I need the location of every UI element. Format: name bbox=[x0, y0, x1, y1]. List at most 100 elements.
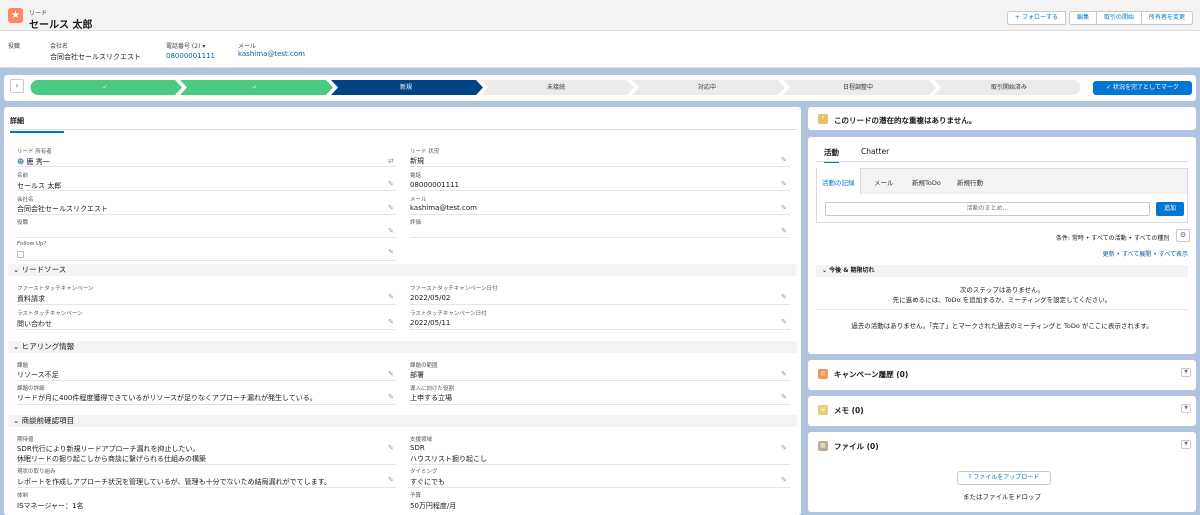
section-hearing[interactable]: ⌄ ヒアリング情報 bbox=[8, 341, 797, 353]
edit-pencil-icon[interactable]: ✎ bbox=[388, 318, 394, 326]
ltc-label: ラストタッチキャンペーン bbox=[17, 311, 83, 317]
ftc-link[interactable]: 資料請求 bbox=[17, 294, 45, 304]
edit-pencil-icon[interactable]: ✎ bbox=[388, 444, 394, 452]
follow-button[interactable]: + フォローする bbox=[1007, 11, 1066, 25]
campaign-history-title[interactable]: キャンペーン履歴 (0) bbox=[834, 369, 908, 380]
email-label: メール bbox=[410, 197, 427, 203]
divider bbox=[816, 309, 1188, 310]
phone-link[interactable]: 08000001111 bbox=[410, 181, 459, 189]
edit-button[interactable]: 編集 bbox=[1068, 11, 1097, 25]
change-owner-button[interactable]: 所有者を変更 bbox=[1140, 11, 1193, 25]
system-value: ISマネージャー：1名 bbox=[17, 502, 84, 510]
subtab-email[interactable]: メール bbox=[874, 177, 894, 187]
upcoming-section[interactable]: ⌄ 今後 & 期限切れ bbox=[816, 265, 1188, 277]
ltc-link[interactable]: 問い合わせ bbox=[17, 319, 52, 329]
path-stage-working[interactable]: 対応中 bbox=[632, 80, 782, 95]
edit-pencil-icon[interactable]: ✎ bbox=[781, 227, 787, 235]
field-divider bbox=[410, 487, 790, 488]
section-pre-meeting[interactable]: ⌄ 商談前確認項目 bbox=[8, 415, 797, 427]
campaign-icon: ◎ bbox=[818, 369, 828, 379]
ftc-label: ファーストタッチキャンペーン bbox=[17, 286, 94, 292]
highlight-phone-label[interactable]: 電話番号 (2) ▾ bbox=[166, 41, 205, 50]
timing-label: タイミング bbox=[410, 469, 438, 475]
edit-pencil-icon[interactable]: ✎ bbox=[388, 227, 394, 235]
activity-summary-input[interactable]: 活動のまとめ... bbox=[825, 202, 1150, 216]
edit-pencil-icon[interactable]: ✎ bbox=[781, 180, 787, 188]
chevron-down-icon: ⌄ bbox=[13, 265, 22, 274]
path-stage-2[interactable]: ✓ bbox=[180, 80, 330, 95]
field-divider bbox=[410, 190, 790, 191]
highlight-phone-link[interactable]: 08000001111 bbox=[166, 52, 215, 60]
title-label: 役職 bbox=[17, 220, 29, 226]
highlight-email-label: メール bbox=[238, 43, 257, 50]
scope-label: 課題の範囲 bbox=[410, 363, 438, 369]
edit-pencil-icon[interactable]: ✎ bbox=[388, 476, 394, 484]
edit-pencil-icon[interactable]: ✎ bbox=[388, 204, 394, 212]
highlight-company-value: 合同会社セールスリクエスト bbox=[50, 53, 141, 61]
change-owner-icon[interactable]: ⇄ bbox=[388, 157, 394, 165]
chevron-down-icon: ⌄ bbox=[13, 342, 22, 351]
owner-link[interactable]: 鹿 秀一 bbox=[27, 158, 50, 166]
role-value: 上申する立場 bbox=[410, 394, 452, 402]
edit-pencil-icon[interactable]: ✎ bbox=[781, 393, 787, 401]
path-stage-1[interactable]: ✓ bbox=[30, 80, 180, 95]
tab-detail[interactable]: 詳細 bbox=[10, 116, 64, 133]
field-divider bbox=[17, 464, 396, 465]
chevron-down-icon[interactable]: ▼ bbox=[1181, 404, 1191, 413]
role-label: 導入に向けた役割 bbox=[410, 386, 455, 392]
section-title: ヒアリング情報 bbox=[21, 342, 75, 351]
no-past-activity: 過去の活動はありません。「完了」とマークされた過去のミーティングと ToDo が… bbox=[851, 322, 1153, 330]
name-label: 名前 bbox=[17, 173, 29, 179]
subtab-new-event[interactable]: 新規行動 bbox=[957, 177, 983, 187]
chevron-right-icon[interactable]: › bbox=[10, 79, 24, 93]
files-title[interactable]: ファイル (0) bbox=[834, 441, 879, 452]
chevron-down-icon: ⌄ bbox=[13, 416, 22, 425]
subtab-log-activity[interactable]: 活動の記録 bbox=[822, 177, 855, 187]
highlight-email-link[interactable]: kashima@test.com bbox=[238, 50, 305, 58]
section-lead-source[interactable]: ⌄ リードソース bbox=[8, 264, 797, 276]
field-divider bbox=[410, 214, 790, 215]
path-stage-converted[interactable]: 取引開始済み bbox=[934, 80, 1084, 95]
support-label: 支援領域 bbox=[410, 437, 433, 443]
path-stage-unconnected[interactable]: 未接続 bbox=[481, 80, 631, 95]
issue-detail-value: リードが月に400件程度獲得できているがリソースが足りなくアプローチ漏れが発生し… bbox=[17, 394, 317, 402]
edit-pencil-icon[interactable]: ✎ bbox=[781, 318, 787, 326]
edit-pencil-icon[interactable]: ✎ bbox=[388, 393, 394, 401]
budget-label: 予算 bbox=[410, 493, 422, 499]
no-next-steps: 次のステップはありません。 bbox=[959, 286, 1045, 294]
path-stage-new[interactable]: 新規 bbox=[331, 80, 481, 95]
upload-files-button[interactable]: ⤒ ファイルをアップロード bbox=[957, 471, 1051, 485]
edit-pencil-icon[interactable]: ✎ bbox=[781, 444, 787, 452]
company-label: 会社名 bbox=[17, 197, 34, 203]
add-activity-button[interactable]: 追加 bbox=[1156, 202, 1184, 216]
subtab-new-todo[interactable]: 新規ToDo bbox=[912, 177, 941, 187]
notes-title[interactable]: メモ (0) bbox=[834, 405, 864, 416]
chevron-down-icon[interactable]: ▼ bbox=[1181, 368, 1191, 377]
tab-chatter[interactable]: Chatter bbox=[861, 147, 889, 156]
edit-pencil-icon[interactable]: ✎ bbox=[388, 180, 394, 188]
edit-pencil-icon[interactable]: ✎ bbox=[781, 204, 787, 212]
company-value: 合同会社セールスリクエスト bbox=[17, 205, 108, 213]
start-deal-button[interactable]: 取引の開始 bbox=[1095, 11, 1142, 25]
field-divider bbox=[17, 380, 396, 381]
email-link[interactable]: kashima@test.com bbox=[410, 204, 477, 212]
field-divider bbox=[17, 237, 396, 238]
edit-pencil-icon[interactable]: ✎ bbox=[388, 370, 394, 378]
expect-value-line1: SDR代行により新規リードアプローチ漏れを抑止したい。 bbox=[17, 445, 200, 453]
edit-pencil-icon[interactable]: ✎ bbox=[781, 156, 787, 164]
edit-pencil-icon[interactable]: ✎ bbox=[781, 293, 787, 301]
mark-complete-button[interactable]: ✓ 状況を完了としてマーク bbox=[1093, 81, 1192, 95]
activity-links[interactable]: 更新 • すべて展開 • すべて表示 bbox=[1103, 249, 1188, 258]
field-divider bbox=[17, 190, 396, 191]
field-divider bbox=[17, 404, 396, 405]
chevron-down-icon[interactable]: ▼ bbox=[1181, 440, 1191, 449]
edit-pencil-icon[interactable]: ✎ bbox=[388, 248, 394, 256]
followup-checkbox[interactable] bbox=[17, 251, 24, 258]
timing-value: すぐにでも bbox=[410, 478, 445, 486]
gear-icon[interactable]: ⚙ bbox=[1176, 229, 1190, 242]
edit-pencil-icon[interactable]: ✎ bbox=[781, 476, 787, 484]
edit-pencil-icon[interactable]: ✎ bbox=[388, 293, 394, 301]
edit-pencil-icon[interactable]: ✎ bbox=[781, 370, 787, 378]
path-stage-scheduling[interactable]: 日程調整中 bbox=[783, 80, 933, 95]
ftc-date-label: ファーストタッチキャンペーン日付 bbox=[410, 286, 498, 292]
